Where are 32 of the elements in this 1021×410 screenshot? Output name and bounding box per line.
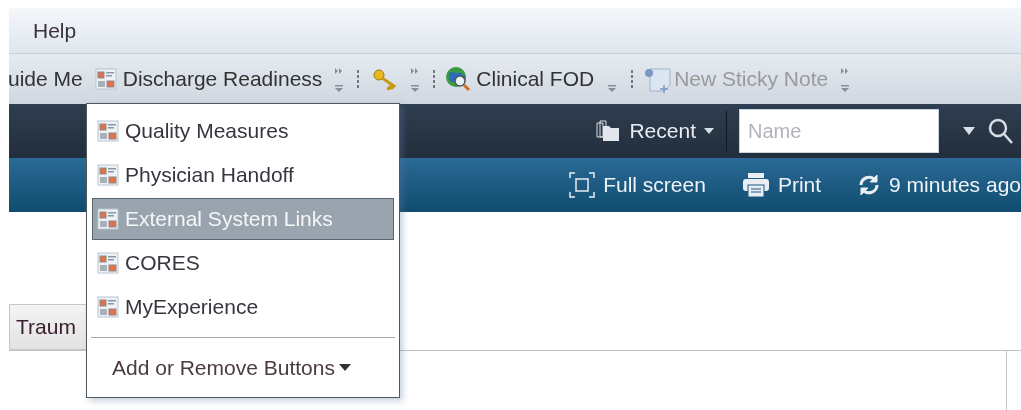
printer-icon	[741, 172, 770, 198]
action-button[interactable]: Full screen	[569, 169, 706, 201]
dropdown-item[interactable]: Quality Measures	[92, 110, 394, 152]
form-icon	[97, 296, 119, 318]
caret-icon[interactable]	[963, 127, 975, 135]
toolbar-button[interactable]: Discharge Readiness	[94, 63, 323, 95]
search-icon[interactable]	[987, 117, 1013, 145]
form-icon	[94, 68, 117, 90]
menu-item[interactable]: Help	[33, 14, 77, 47]
grip-icon	[432, 68, 437, 90]
grip-icon	[630, 68, 635, 90]
toolbar-button[interactable]: Clinical FOD	[444, 63, 595, 95]
folders-icon	[595, 119, 622, 143]
globe-search-icon	[444, 65, 473, 93]
dropdown-item[interactable]: Physician Handoff	[92, 154, 394, 196]
name-search-field[interactable]: Name	[739, 109, 939, 153]
caret-icon	[338, 364, 351, 372]
grip-icon	[356, 68, 361, 90]
dropdown-item[interactable]: CORES	[92, 242, 394, 284]
action-button[interactable]: 9 minutes ago	[857, 169, 1021, 201]
form-icon	[97, 252, 119, 274]
form-icon	[97, 120, 119, 142]
key-icon[interactable]	[372, 68, 399, 90]
toolbar-button[interactable]: uide Me	[8, 63, 83, 95]
fullscreen-icon	[569, 172, 596, 198]
sticky-note-icon	[642, 65, 673, 93]
caret-icon	[704, 128, 714, 134]
form-icon	[97, 164, 119, 186]
form-icon	[97, 208, 119, 230]
add-remove-buttons-menu[interactable]: Add or Remove Buttons	[112, 352, 351, 384]
recent-button[interactable]: Recent	[595, 115, 714, 147]
action-button[interactable]: Print	[741, 169, 822, 201]
